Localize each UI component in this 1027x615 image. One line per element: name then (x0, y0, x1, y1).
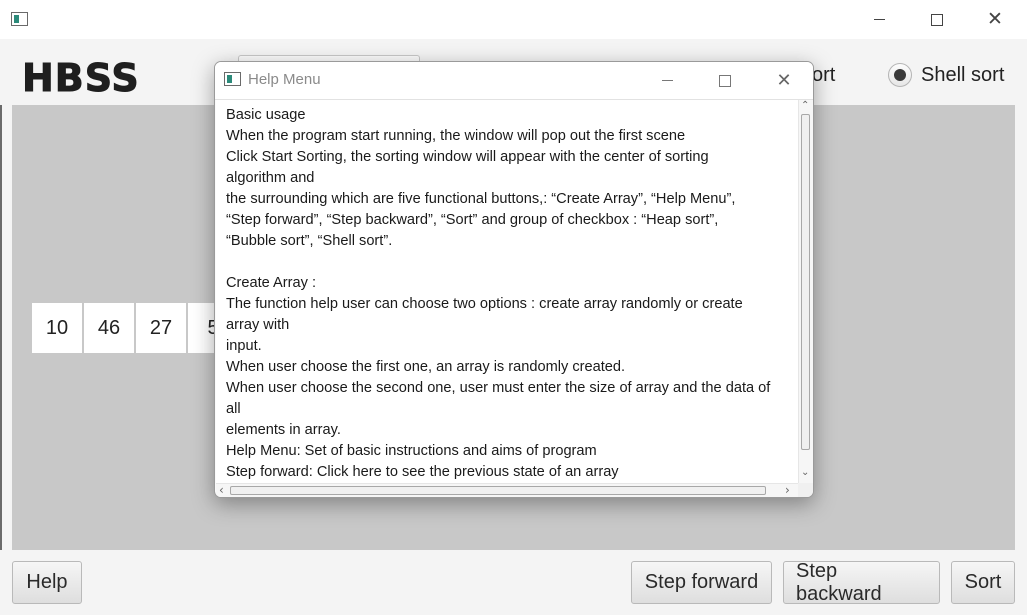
dialog-maximize-button[interactable] (702, 62, 748, 99)
close-icon: ✕ (987, 8, 1003, 30)
minimize-button[interactable] (856, 0, 902, 39)
radio-shell-sort-label: Shell sort (921, 63, 1005, 86)
radio-button-icon[interactable] (888, 63, 912, 87)
maximize-button[interactable] (914, 0, 960, 39)
vertical-scroll-thumb[interactable] (801, 114, 810, 450)
dialog-close-button[interactable]: ✕ (761, 62, 807, 99)
close-icon: ✕ (776, 69, 792, 91)
help-text-area[interactable]: Basic usage When the program start runni… (216, 100, 798, 483)
scroll-corner (798, 483, 813, 497)
step-backward-button[interactable]: Step backward (783, 560, 940, 605)
dialog-minimize-button[interactable] (644, 62, 690, 99)
scroll-left-icon[interactable]: ‹ (219, 483, 224, 497)
help-menu-dialog: Help Menu ✕ Basic usage When the program… (214, 61, 814, 498)
help-line: “Bubble sort”, “Shell sort”. (226, 233, 393, 249)
help-line: Click Start Sorting, the sorting window … (226, 149, 709, 165)
main-titlebar: ✕ (0, 0, 1027, 39)
help-line: Step forward: Click here to see the prev… (226, 464, 619, 480)
horizontal-scrollbar[interactable]: ‹ › (216, 483, 798, 497)
help-line: Basic usage (226, 107, 306, 123)
dialog-titlebar[interactable]: Help Menu ✕ (215, 62, 813, 100)
help-line: Create Array : (226, 275, 317, 291)
help-line: When the program start running, the wind… (226, 128, 686, 144)
window-edge (0, 105, 2, 550)
radio-selected-dot (894, 69, 906, 81)
dialog-title: Help Menu (248, 71, 321, 88)
scroll-up-icon[interactable]: ⌃ (801, 100, 809, 111)
help-line: “Step forward”, “Step backward”, “Sort” … (226, 212, 719, 228)
close-button[interactable]: ✕ (972, 0, 1018, 39)
array-cell: 10 (32, 303, 82, 353)
sort-button[interactable]: Sort (951, 561, 1015, 604)
maximize-icon (719, 74, 731, 87)
step-forward-button[interactable]: Step forward (631, 561, 772, 604)
minimize-icon (873, 19, 885, 20)
help-line: input. (226, 338, 262, 354)
horizontal-scroll-thumb[interactable] (230, 486, 766, 495)
help-button[interactable]: Help (12, 561, 82, 604)
help-line: the surrounding which are five functiona… (226, 191, 736, 207)
help-line: When user choose the first one, an array… (226, 359, 626, 375)
app-logo: HBSS (22, 56, 140, 101)
app-icon (11, 12, 28, 26)
array-cell: 27 (136, 303, 186, 353)
scroll-right-icon[interactable]: › (785, 483, 790, 497)
dialog-app-icon (224, 72, 241, 86)
radio-partial-label[interactable]: ort (812, 64, 835, 87)
minimize-icon (661, 80, 673, 81)
radio-shell-sort[interactable]: Shell sort (888, 63, 1004, 87)
help-line: array with (226, 317, 290, 333)
maximize-icon (931, 13, 943, 26)
help-line: When user choose the second one, user mu… (226, 380, 771, 396)
scroll-down-icon[interactable]: ⌄ (801, 467, 809, 478)
array-cell: 46 (84, 303, 134, 353)
vertical-scrollbar[interactable]: ⌃ ⌄ (798, 100, 813, 483)
help-line: Help Menu: Set of basic instructions and… (226, 443, 597, 459)
help-line: algorithm and (226, 170, 315, 186)
help-line: elements in array. (226, 422, 341, 438)
help-line: all (226, 401, 241, 417)
help-line: The function help user can choose two op… (226, 296, 743, 312)
